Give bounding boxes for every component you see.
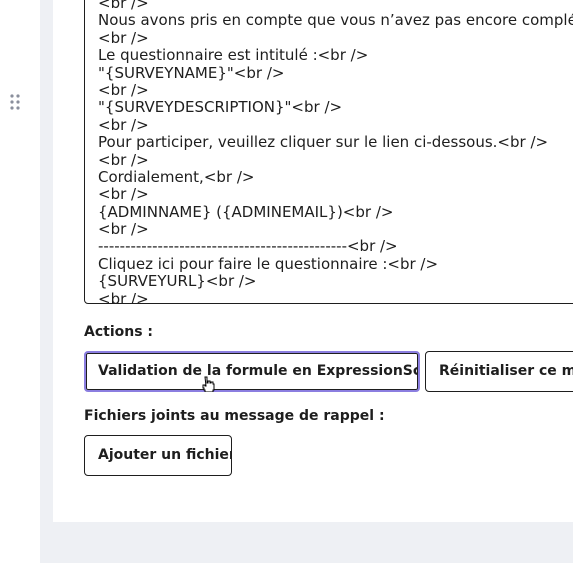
validate-expression-button[interactable]: Validation de la formule en ExpressionSc… xyxy=(84,351,420,392)
email-body-editor[interactable]: <br /> Nous avons pris en compte que vous… xyxy=(84,0,573,304)
actions-label: Actions : xyxy=(84,324,154,340)
editor-line: Pour participer, veuillez cliquer sur le… xyxy=(98,133,549,152)
editor-line: Cordialement,<br /> xyxy=(98,167,255,186)
editor-line: <br /> xyxy=(98,115,149,134)
editor-line: "{SURVEYDESCRIPTION}"<br /> xyxy=(98,98,343,117)
editor-line: {ADMINNAME} ({ADMINEMAIL})<br /> xyxy=(98,202,394,221)
reset-template-button[interactable]: Réinitialiser ce modèle xyxy=(425,351,573,392)
add-file-button[interactable]: Ajouter un fichier xyxy=(84,435,232,476)
editor-line: {SURVEYURL}<br /> xyxy=(98,272,257,291)
editor-line: ----------------------------------------… xyxy=(98,237,398,256)
editor-line: Le questionnaire est intitulé :<br /> xyxy=(98,46,369,65)
editor-line: <br /> xyxy=(98,289,149,304)
editor-line: <br /> xyxy=(98,150,149,169)
editor-line: <br /> xyxy=(98,28,149,47)
email-body-text: <br /> Nous avons pris en compte que vous… xyxy=(98,0,573,304)
hand-pointer-icon xyxy=(202,376,215,392)
editor-line: <br /> xyxy=(98,220,149,239)
left-rail xyxy=(0,0,40,563)
editor-line: "{SURVEYNAME}"<br /> xyxy=(98,63,285,82)
page: <br /> Nous avons pris en compte que vous… xyxy=(0,0,573,563)
editor-line: <br /> xyxy=(98,185,149,204)
editor-line: <br /> xyxy=(98,80,149,99)
editor-line: Nous avons pris en compte que vous n’ave… xyxy=(98,11,573,30)
drag-handle-icon[interactable] xyxy=(9,93,21,111)
editor-line: Cliquez ici pour faire le questionnaire … xyxy=(98,254,439,273)
attachments-label: Fichiers joints au message de rappel : xyxy=(84,408,385,424)
